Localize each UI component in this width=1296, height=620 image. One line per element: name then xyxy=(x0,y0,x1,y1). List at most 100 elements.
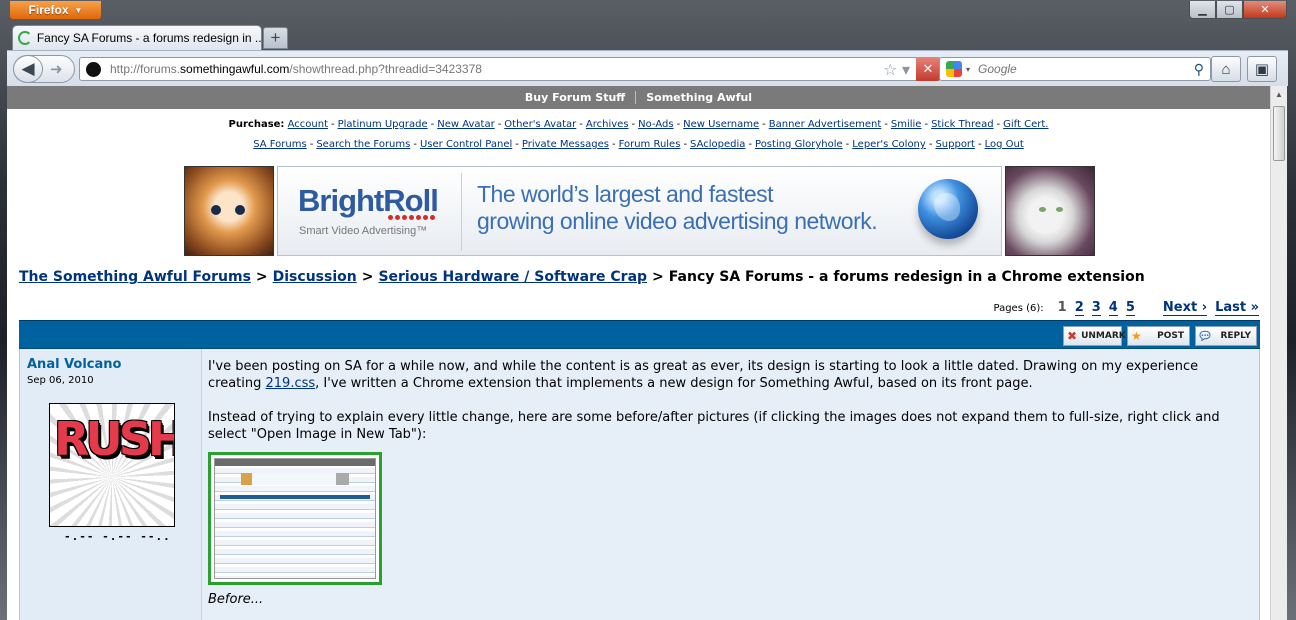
post-paragraph: I've been posting on SA for a while now,… xyxy=(208,358,1253,392)
vertical-scrollbar[interactable]: ▲ xyxy=(1270,86,1287,620)
bookmark-star-icon[interactable]: ☆ ▾ xyxy=(883,60,910,80)
post-button[interactable]: ★ POST xyxy=(1127,326,1190,346)
unmark-button[interactable]: ✖ UNMARK xyxy=(1063,326,1126,346)
purchase-link[interactable]: Account xyxy=(288,119,328,130)
back-forward-group: ◀ ➜ xyxy=(13,55,75,83)
forum-nav-row: SA Forums - Search the Forums - User Control… xyxy=(253,139,1024,150)
reply-button[interactable]: 💬︎ REPLY xyxy=(1195,326,1257,346)
breadcrumb-link[interactable]: Discussion xyxy=(273,269,357,285)
back-arrow-icon: ◀ xyxy=(21,59,35,78)
page-link[interactable]: 2 xyxy=(1074,300,1084,316)
breadcrumb-separator: > xyxy=(255,269,268,285)
kitten-eye xyxy=(235,205,245,215)
loading-spinner-icon xyxy=(18,31,32,45)
minimize-icon[interactable]: ▁ xyxy=(1189,1,1216,19)
nav-link[interactable]: Posting Gloryhole xyxy=(755,139,843,150)
nav-link[interactable]: Search the Forums xyxy=(316,139,410,150)
purchase-link[interactable]: New Username xyxy=(683,119,759,130)
nav-link[interactable]: SAclopedia xyxy=(690,139,745,150)
url-prefix: http://forums. xyxy=(110,62,181,76)
forum-post: Anal Volcano Sep 06, 2010 RUSH -.-- -.--… xyxy=(19,349,1260,620)
brightroll-ad-banner[interactable]: BrightRoll Smart Video Advertising™ The … xyxy=(277,166,1002,256)
last-page-link[interactable]: Last » xyxy=(1215,300,1259,316)
firefox-menu-label: Firefox xyxy=(28,3,69,17)
post-star-icon: ★ xyxy=(1131,329,1142,343)
ad-tagline: Smart Video Advertising™ xyxy=(299,225,428,237)
maximize-icon[interactable]: ▢ xyxy=(1216,1,1243,19)
url-path: /showthread.php?threadid=3423378 xyxy=(289,62,482,76)
purchase-link[interactable]: Platinum Upgrade xyxy=(338,119,428,130)
purchase-link[interactable]: Smilie xyxy=(891,119,922,130)
current-page: 1 xyxy=(1057,300,1067,315)
purchase-links-row: Purchase: Account - Platinum Upgrade - New A… xyxy=(228,119,1049,130)
219-css-link[interactable]: 219.css xyxy=(266,376,316,391)
forward-button[interactable]: ➜ xyxy=(50,60,63,78)
google-engine-icon[interactable] xyxy=(946,61,962,77)
pagination: Pages (6): 1 2 3 4 5 Next › Last » xyxy=(994,300,1259,316)
nav-link[interactable]: Private Messages xyxy=(522,139,609,150)
reply-bubble-icon: 💬︎ xyxy=(1197,329,1213,343)
breadcrumb: The Something Awful Forums > Discussion > Se… xyxy=(19,269,1145,285)
nav-link[interactable]: Log Out xyxy=(985,139,1024,150)
navigation-toolbar: ◀ ➜ http://forums.somethingawful.com/sho… xyxy=(7,50,1288,86)
purchase-link[interactable]: No-Ads xyxy=(638,119,673,130)
post-header-bar: ✖ UNMARK ★ POST 💬︎ REPLY xyxy=(19,320,1260,349)
home-button[interactable]: ⌂ xyxy=(1211,56,1241,82)
purchase-link[interactable]: Stick Thread xyxy=(931,119,993,130)
close-icon[interactable]: ✕ xyxy=(1243,1,1287,19)
page-link[interactable]: 5 xyxy=(1125,300,1135,316)
post-body: I've been posting on SA for a while now,… xyxy=(202,349,1259,620)
stop-icon[interactable]: ✕ xyxy=(916,57,940,81)
purchase-link[interactable]: New Avatar xyxy=(437,119,494,130)
back-button[interactable]: ◀ xyxy=(13,55,43,83)
nav-link[interactable]: SA Forums xyxy=(253,139,306,150)
site-favicon-icon xyxy=(86,61,101,77)
page-link[interactable]: 3 xyxy=(1091,300,1101,316)
ad-headline-line1: The world’s largest and fastest xyxy=(477,181,774,207)
scroll-up-arrow-icon[interactable]: ▲ xyxy=(1271,86,1287,103)
nav-link[interactable]: Forum Rules xyxy=(619,139,681,150)
image-caption: Before... xyxy=(208,592,264,607)
ad-headline-line2: growing online video advertising network… xyxy=(477,208,878,234)
tab-title: Fancy SA Forums - a forums redesign in .… xyxy=(36,31,261,45)
purchase-link[interactable]: Gift Cert. xyxy=(1003,119,1048,130)
url-text[interactable]: http://forums.somethingawful.com/showthr… xyxy=(110,62,482,76)
user-title: -.-- -.-- --.. xyxy=(64,530,171,543)
before-screenshot-thumbnail[interactable] xyxy=(208,452,382,585)
purchase-link[interactable]: Archives xyxy=(586,119,629,130)
white-cat-image xyxy=(1005,166,1095,256)
breadcrumb-link[interactable]: The Something Awful Forums xyxy=(19,269,251,285)
page-viewport: Buy Forum Stuff Something Awful Purchase… xyxy=(7,86,1270,620)
nav-link[interactable]: Support xyxy=(935,139,975,150)
search-bar[interactable]: ▾ ⚲ xyxy=(939,57,1211,81)
next-page-link[interactable]: Next › xyxy=(1162,300,1208,316)
nav-link[interactable]: User Control Panel xyxy=(420,139,512,150)
firefox-menu-button[interactable]: Firefox ▼ xyxy=(9,1,102,20)
breadcrumb-link[interactable]: Serious Hardware / Software Crap xyxy=(378,269,647,285)
purchase-link[interactable]: Banner Advertisement xyxy=(769,119,882,130)
nav-link[interactable]: Leper's Colony xyxy=(852,139,926,150)
post-label: POST xyxy=(1157,331,1184,341)
kitten-image xyxy=(184,166,274,256)
post-text: , I've written a Chrome extension that i… xyxy=(315,376,1033,391)
avatar: RUSH xyxy=(49,403,175,527)
purchase-link[interactable]: Other's Avatar xyxy=(504,119,576,130)
search-input[interactable] xyxy=(978,62,1179,76)
engine-dropdown-icon[interactable]: ▾ xyxy=(966,65,970,74)
something-awful-link[interactable]: Something Awful xyxy=(646,91,752,104)
reply-label: REPLY xyxy=(1220,331,1251,341)
scrollbar-thumb[interactable] xyxy=(1273,106,1285,161)
page-link[interactable]: 4 xyxy=(1108,300,1118,316)
tab-active[interactable]: Fancy SA Forums - a forums redesign in .… xyxy=(12,25,262,50)
cat-eye xyxy=(1056,207,1063,212)
url-bar[interactable]: http://forums.somethingawful.com/showthr… xyxy=(79,57,941,81)
avatar-text: RUSH xyxy=(54,412,175,466)
post-author[interactable]: Anal Volcano xyxy=(27,357,121,372)
globe-icon xyxy=(918,179,978,239)
bookmarks-button[interactable]: ▣ xyxy=(1247,56,1277,82)
new-tab-button[interactable]: + xyxy=(263,27,288,49)
url-domain: somethingawful.com xyxy=(180,62,290,76)
search-icon[interactable]: ⚲ xyxy=(1194,61,1204,78)
buy-forum-stuff-link[interactable]: Buy Forum Stuff xyxy=(525,91,625,104)
unmark-label: UNMARK xyxy=(1081,331,1126,341)
